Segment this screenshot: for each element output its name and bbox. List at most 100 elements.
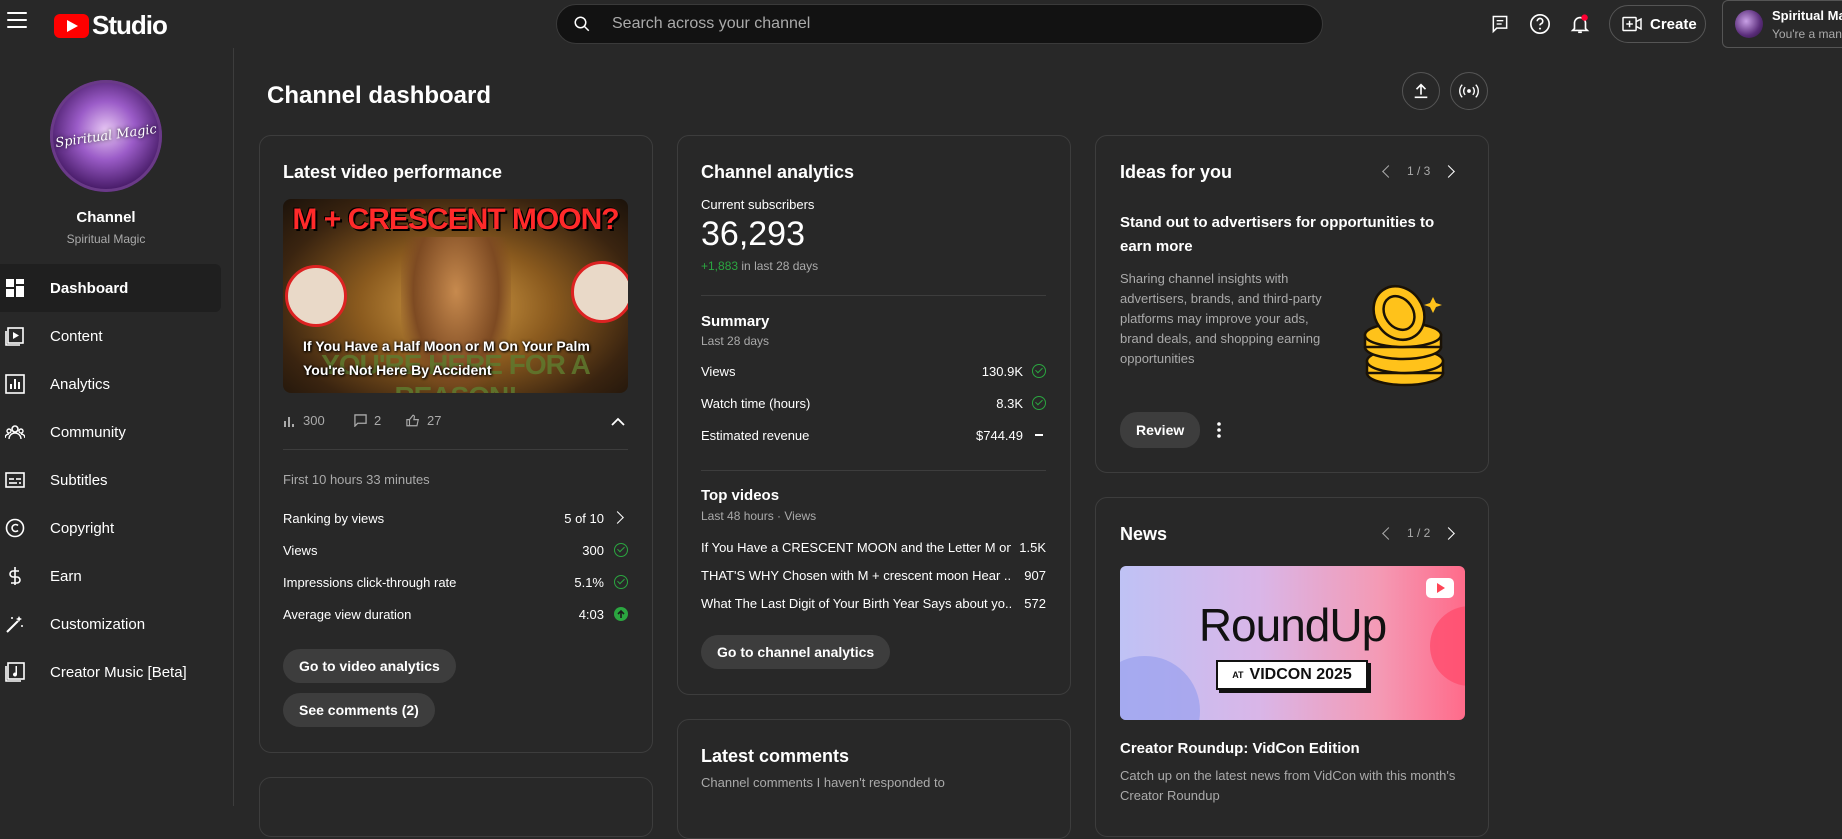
top-video-row[interactable]: What The Last Digit of Your Birth Year S… — [701, 595, 1046, 611]
summary-period: Last 28 days — [701, 334, 770, 348]
review-button[interactable]: Review — [1120, 412, 1201, 448]
news-image[interactable]: RoundUp AT VIDCON 2025 — [1120, 566, 1465, 720]
decor-blob — [1120, 656, 1200, 720]
sidebar-item-subtitles[interactable]: Subtitles — [0, 456, 221, 504]
likes-count: 27 — [427, 413, 442, 428]
sidebar-item-label: Customization — [50, 615, 146, 633]
feedback-icon[interactable] — [1488, 12, 1512, 36]
palm-left-image — [285, 265, 347, 327]
views-stat: 300 — [284, 413, 325, 428]
news-title: News — [1120, 524, 1168, 544]
chevron-right-icon[interactable] — [1442, 526, 1456, 540]
account-avatar — [1735, 10, 1763, 38]
avd-row: Average view duration 4:03 — [283, 606, 628, 622]
ideas-title: Ideas for you — [1120, 162, 1233, 182]
top-video-row[interactable]: If You Have a CRESCENT MOON and the Lett… — [701, 539, 1046, 555]
more-vert-icon[interactable] — [1216, 421, 1222, 439]
sidebar-item-content[interactable]: Content — [0, 312, 221, 360]
channel-title: Channel — [76, 209, 136, 226]
comments-stat: 2 — [354, 413, 381, 428]
see-comments-button[interactable]: See comments (2) — [283, 693, 435, 727]
chevron-left-icon[interactable] — [1382, 164, 1395, 178]
chevron-left-icon[interactable] — [1382, 526, 1395, 540]
divider — [701, 295, 1046, 296]
upload-icon — [1414, 83, 1428, 99]
divider — [701, 470, 1046, 471]
comment-icon — [354, 414, 367, 427]
summary-views-label: Views — [701, 363, 736, 379]
news-headline: Creator Roundup: VidCon Edition — [1120, 740, 1360, 757]
sidebar-item-label: Copyright — [50, 519, 115, 537]
vidcon-text: VIDCON 2025 — [1249, 666, 1352, 683]
ctr-value: 5.1% — [574, 574, 604, 590]
top-video-title: If You Have a CRESCENT MOON and the Lett… — [701, 539, 1011, 555]
hamburger-menu-icon[interactable] — [7, 12, 27, 28]
sidebar-item-analytics[interactable]: Analytics — [0, 360, 221, 408]
channel-name: Spiritual Magic — [66, 232, 146, 246]
sidebar-item-dashboard[interactable]: Dashboard — [0, 264, 221, 312]
summary-revenue-value: $744.49 — [976, 427, 1023, 443]
check-circle-icon — [614, 575, 628, 589]
sidebar-item-customization[interactable]: Customization — [0, 600, 221, 648]
top-video-views: 907 — [1024, 567, 1046, 583]
top-bar: Studio Create Spiritual Magic You're a m… — [0, 0, 1842, 48]
video-period-text: First 10 hours 33 minutes — [283, 471, 430, 487]
studio-logo[interactable]: Studio — [54, 10, 168, 41]
sidebar-item-creator-music[interactable]: Creator Music [Beta] — [0, 648, 221, 696]
thumbnail-caption-line1: If You Have a Half Moon or M On Your Pal… — [303, 338, 590, 354]
dashboard-icon — [6, 279, 24, 297]
sidebar-item-label: Creator Music [Beta] — [50, 663, 187, 681]
create-button[interactable]: Create — [1609, 5, 1706, 43]
likes-stat: 27 — [406, 413, 441, 428]
sidebar-item-community[interactable]: Community — [0, 408, 221, 456]
sidebar-item-copyright[interactable]: Copyright — [0, 504, 221, 552]
sidebar-item-label: Community — [50, 423, 126, 441]
thumbnail-headline: M + CRESCENT MOON? — [292, 203, 619, 236]
sidebar-item-label: Analytics — [50, 375, 111, 393]
account-switcher[interactable]: Spiritual Magic You're a manager — [1722, 0, 1842, 48]
account-name: Spiritual Magic — [1772, 8, 1842, 23]
video-thumbnail[interactable]: M + CRESCENT MOON? YOU'RE HERE FOR A REA… — [283, 199, 628, 393]
sidebar-item-earn[interactable]: Earn — [0, 552, 221, 600]
subscribers-label: Current subscribers — [701, 197, 815, 212]
help-icon[interactable] — [1528, 12, 1552, 36]
ranking-row[interactable]: Ranking by views 5 of 10 — [283, 510, 628, 526]
sidebar-item-label: Dashboard — [50, 279, 129, 297]
search-bar[interactable] — [556, 4, 1323, 44]
top-video-views: 1.5K — [1019, 539, 1046, 555]
comments-count: 2 — [374, 413, 382, 428]
summary-revenue-label: Estimated revenue — [701, 427, 810, 443]
divider — [283, 449, 628, 450]
views-row: Views 300 — [283, 542, 628, 558]
go-to-video-analytics-button[interactable]: Go to video analytics — [283, 649, 456, 683]
ranking-value: 5 of 10 — [564, 510, 604, 526]
views-count: 300 — [303, 413, 325, 428]
dash-neutral-icon — [1035, 434, 1043, 436]
search-input[interactable] — [612, 5, 1292, 43]
subscribers-delta-line: +1,883 in last 28 days — [701, 259, 818, 273]
channel-avatar[interactable]: Spiritual Magic — [50, 80, 162, 192]
chevron-right-icon[interactable] — [1442, 164, 1456, 178]
go-to-channel-analytics-button[interactable]: Go to channel analytics — [701, 635, 891, 669]
channel-analytics-title: Channel analytics — [701, 162, 855, 182]
summary-title: Summary — [701, 313, 770, 330]
channel-avatar-logo-text: Spiritual Magic — [54, 121, 158, 151]
avd-label: Average view duration — [283, 606, 412, 622]
notifications-bell-icon[interactable] — [1568, 12, 1592, 36]
vidcon-at: AT — [1232, 670, 1244, 680]
subscribers-delta: +1,883 — [701, 259, 739, 273]
youtube-play-icon — [54, 13, 89, 38]
sidebar-item-label: Earn — [50, 567, 82, 585]
upload-button[interactable] — [1402, 72, 1440, 110]
collapse-chevron-up-icon[interactable] — [611, 417, 625, 426]
go-live-button[interactable] — [1450, 72, 1488, 110]
news-body: Catch up on the latest news from VidCon … — [1120, 768, 1456, 803]
page-title: Channel dashboard — [267, 82, 492, 109]
subscribers-delta-period: in last 28 days — [741, 259, 819, 273]
analytics-icon — [5, 374, 25, 394]
sidebar: Spiritual Magic Channel Spiritual Magic … — [0, 48, 234, 806]
video-period: First 10 hours 33 minutes — [283, 471, 628, 487]
live-broadcast-icon — [1459, 84, 1479, 98]
top-video-row[interactable]: THAT'S WHY Chosen with M + crescent moon… — [701, 567, 1046, 583]
top-videos-title: Top videos — [701, 487, 780, 504]
